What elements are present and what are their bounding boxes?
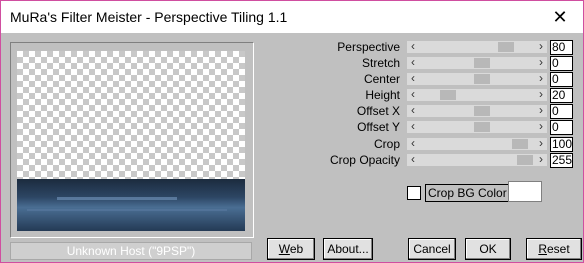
chevron-right-icon[interactable]: ›	[535, 103, 547, 117]
offset-y-slider-thumb[interactable]	[474, 122, 490, 132]
floor-streak	[57, 197, 177, 200]
chevron-left-icon[interactable]: ‹	[407, 71, 419, 85]
crop-value-input[interactable]: 100	[550, 137, 573, 152]
offset-y-slider[interactable]: ‹ ›	[407, 119, 547, 133]
crop-label: Crop	[373, 137, 400, 151]
offset-x-slider-thumb[interactable]	[474, 106, 490, 116]
offset-x-value-input[interactable]: 0	[550, 104, 573, 119]
chevron-right-icon[interactable]: ›	[535, 119, 547, 133]
height-value-input[interactable]: 20	[550, 88, 573, 103]
offset-x-slider[interactable]: ‹ ›	[407, 103, 547, 117]
crop-opacity-value-input[interactable]: 255	[550, 153, 573, 168]
chevron-right-icon[interactable]: ›	[535, 55, 547, 69]
offset-y-value-input[interactable]: 0	[550, 120, 573, 135]
title-bar: MuRa's Filter Meister - Perspective Tili…	[1, 1, 583, 33]
center-slider[interactable]: ‹ ›	[407, 71, 547, 85]
crop-opacity-slider-thumb[interactable]	[517, 155, 533, 165]
reset-button-label: eset	[546, 242, 570, 256]
chevron-left-icon[interactable]: ‹	[407, 152, 419, 166]
crop-slider[interactable]: ‹ ›	[407, 136, 547, 150]
web-button-mnemonic: W	[278, 242, 290, 256]
crop-opacity-slider[interactable]: ‹ ›	[407, 152, 547, 166]
preview-canvas[interactable]	[17, 51, 245, 231]
close-icon[interactable]: ✕	[537, 1, 583, 33]
crop-bg-label[interactable]: Crop BG Color	[425, 184, 510, 202]
floor-streak	[27, 209, 227, 211]
crop-bg-option[interactable]: Crop BG Color	[407, 184, 510, 202]
chevron-right-icon[interactable]: ›	[535, 152, 547, 166]
chevron-right-icon[interactable]: ›	[535, 39, 547, 53]
chevron-right-icon[interactable]: ›	[535, 71, 547, 85]
web-button-label: eb	[289, 242, 304, 256]
stretch-slider[interactable]: ‹ ›	[407, 55, 547, 69]
stretch-slider-thumb[interactable]	[474, 58, 490, 68]
offset-x-label: Offset X	[356, 104, 400, 118]
window-title: MuRa's Filter Meister - Perspective Tili…	[10, 9, 288, 25]
center-label: Center	[363, 72, 400, 86]
crop-bg-color-swatch[interactable]	[508, 181, 542, 202]
perspective-slider-thumb[interactable]	[498, 42, 514, 52]
perspective-slider[interactable]: ‹ ›	[407, 39, 547, 53]
preview-frame	[10, 42, 254, 238]
chevron-left-icon[interactable]: ‹	[407, 103, 419, 117]
chevron-left-icon[interactable]: ‹	[407, 55, 419, 69]
center-value-input[interactable]: 0	[550, 72, 573, 87]
center-slider-thumb[interactable]	[474, 74, 490, 84]
chevron-left-icon[interactable]: ‹	[407, 136, 419, 150]
perspective-value-input[interactable]: 80	[550, 40, 573, 55]
chevron-left-icon[interactable]: ‹	[407, 119, 419, 133]
height-label: Height	[365, 88, 400, 102]
offset-y-label: Offset Y	[357, 120, 400, 134]
chevron-right-icon[interactable]: ›	[535, 136, 547, 150]
stretch-label: Stretch	[361, 56, 400, 70]
reset-button-mnemonic: R	[538, 242, 547, 256]
cancel-button[interactable]: Cancel	[408, 238, 456, 260]
preview-floor-image	[17, 179, 245, 231]
crop-bg-checkbox[interactable]	[407, 186, 421, 200]
reset-button[interactable]: Reset	[526, 238, 582, 260]
perspective-label: Perspective	[337, 40, 400, 54]
stretch-value-input[interactable]: 0	[550, 56, 573, 71]
crop-slider-thumb[interactable]	[512, 139, 528, 149]
height-slider-thumb[interactable]	[440, 90, 456, 100]
chevron-right-icon[interactable]: ›	[535, 87, 547, 101]
about-button[interactable]: About...	[323, 238, 373, 260]
crop-opacity-label: Crop Opacity	[329, 153, 400, 167]
filter-dialog: MuRa's Filter Meister - Perspective Tili…	[0, 0, 584, 263]
chevron-left-icon[interactable]: ‹	[407, 87, 419, 101]
ok-button[interactable]: OK	[465, 238, 511, 260]
chevron-left-icon[interactable]: ‹	[407, 39, 419, 53]
height-slider[interactable]: ‹ ›	[407, 87, 547, 101]
web-button[interactable]: Web	[267, 238, 315, 260]
host-status: Unknown Host ("9PSP")	[10, 242, 252, 260]
